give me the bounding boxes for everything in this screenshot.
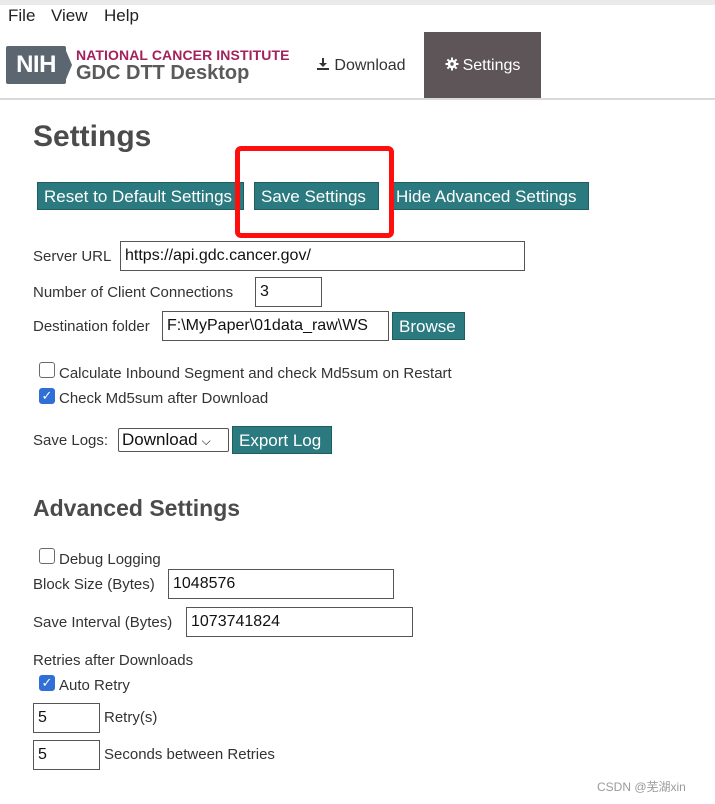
nih-logo-chevron xyxy=(64,46,72,84)
hide-advanced-button[interactable]: Hide Advanced Settings xyxy=(389,182,589,210)
auto-retry-label: Auto Retry xyxy=(59,677,130,694)
block-size-input[interactable]: 1048576 xyxy=(168,569,394,599)
nav-download-label: Download xyxy=(334,57,406,74)
connections-input[interactable]: 3 xyxy=(255,277,322,307)
menu-help[interactable]: Help xyxy=(104,6,139,26)
retry-count-input[interactable]: 5 xyxy=(33,703,100,733)
menu-file[interactable]: File xyxy=(8,6,35,26)
block-size-label: Block Size (Bytes) xyxy=(33,576,155,593)
institute-name: NATIONAL CANCER INSTITUTE xyxy=(76,47,290,63)
export-log-button[interactable]: Export Log xyxy=(232,426,332,454)
retry-seconds-label: Seconds between Retries xyxy=(104,746,275,763)
debug-logging-checkbox[interactable] xyxy=(39,548,55,564)
check-md5-checkbox[interactable]: ✓ xyxy=(39,388,55,404)
browse-button[interactable]: Browse xyxy=(392,312,465,340)
save-interval-input[interactable]: 1073741824 xyxy=(186,607,413,637)
nav-tab-download[interactable]: Download xyxy=(306,32,416,98)
calc-inbound-checkbox[interactable] xyxy=(39,362,55,378)
header-divider xyxy=(0,98,715,100)
connections-label: Number of Client Connections xyxy=(33,284,234,301)
nav-settings-label: Settings xyxy=(462,57,521,74)
server-url-label: Server URL xyxy=(33,248,112,265)
nav-tab-settings[interactable]: Settings xyxy=(424,32,541,98)
retries-heading: Retries after Downloads xyxy=(33,652,194,669)
page-title: Settings xyxy=(33,120,152,153)
server-url-input[interactable]: https://api.gdc.cancer.gov/ xyxy=(120,241,525,271)
save-logs-select[interactable]: Download ⌵ xyxy=(118,428,229,452)
destination-input[interactable]: F:\MyPaper\01data_raw\WS xyxy=(162,311,389,341)
retry-seconds-input[interactable]: 5 xyxy=(33,740,100,770)
watermark: CSDN @芜湖xin xyxy=(597,780,686,794)
advanced-settings-title: Advanced Settings xyxy=(33,495,241,521)
save-logs-label: Save Logs: xyxy=(33,432,109,449)
chevron-down-icon: ⌵ xyxy=(201,433,211,448)
save-interval-label: Save Interval (Bytes) xyxy=(33,614,173,631)
reset-defaults-button[interactable]: Reset to Default Settings xyxy=(37,182,244,210)
auto-retry-checkbox[interactable]: ✓ xyxy=(39,675,55,691)
menu-view[interactable]: View xyxy=(51,6,88,26)
debug-logging-label: Debug Logging xyxy=(59,551,161,568)
app-name: GDC DTT Desktop xyxy=(76,62,250,84)
nih-logo: NIH xyxy=(6,46,66,84)
retry-count-label: Retry(s) xyxy=(104,709,158,726)
save-logs-selected: Download xyxy=(122,430,198,449)
annotation-highlight-box xyxy=(235,146,394,238)
check-md5-label: Check Md5sum after Download xyxy=(59,390,269,407)
download-icon xyxy=(316,32,330,98)
destination-label: Destination folder xyxy=(33,318,150,335)
gear-icon xyxy=(445,32,459,98)
calc-inbound-label: Calculate Inbound Segment and check Md5s… xyxy=(59,365,452,382)
